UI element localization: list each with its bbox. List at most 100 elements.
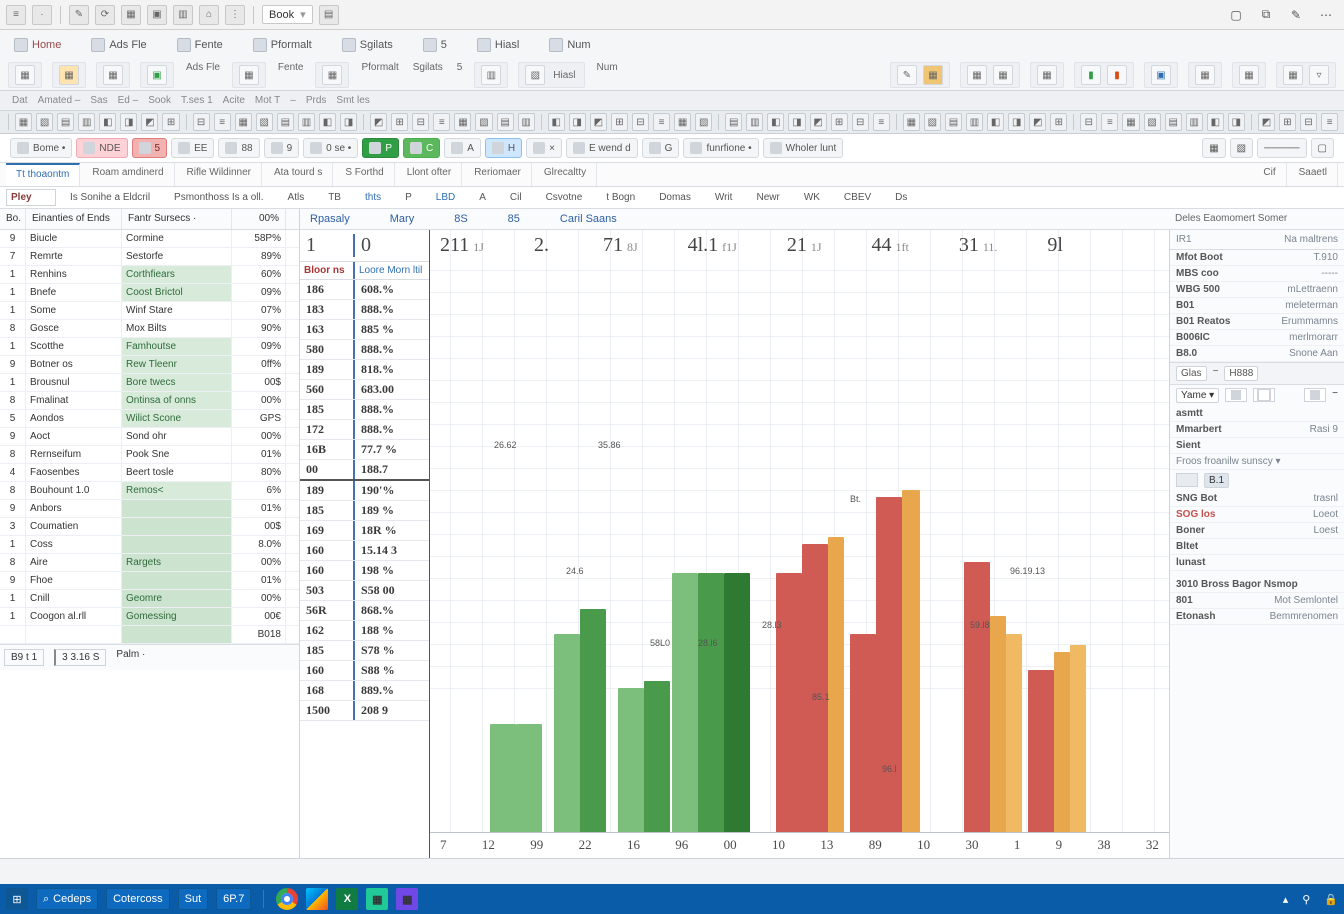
chart-bar[interactable] <box>490 724 516 832</box>
accent-chip[interactable]: 9 <box>264 138 300 158</box>
ribbon-icon[interactable]: ▥ <box>481 65 501 85</box>
accent-chip[interactable]: EE <box>171 138 214 158</box>
cell[interactable]: Coost Brictol <box>122 284 232 301</box>
table-row[interactable]: 8RernseifumPook Sne01% <box>0 446 299 464</box>
rp-minus-icon[interactable]: − <box>1332 388 1338 403</box>
cell[interactable]: Ontinsa of onns <box>122 392 232 409</box>
table-row[interactable]: 9BiucleCormine58P% <box>0 230 299 248</box>
cell[interactable]: Biucle <box>26 230 122 247</box>
cell[interactable]: 09% <box>232 284 286 301</box>
cell[interactable]: Botner os <box>26 356 122 373</box>
chart-bar[interactable] <box>802 544 828 832</box>
tool-icon[interactable]: ▧ <box>475 113 492 131</box>
chart-bar[interactable] <box>1006 634 1022 832</box>
cell[interactable]: GPS <box>232 410 286 427</box>
ribbon-icon[interactable]: ▦ <box>1239 65 1259 85</box>
formula-segment[interactable]: Is Sonihe a Eldcril <box>64 190 156 205</box>
cell[interactable]: Sestorfe <box>122 248 232 265</box>
cell[interactable]: Scotthe <box>26 338 122 355</box>
tool-icon[interactable]: ▤ <box>57 113 74 131</box>
num-row[interactable]: 185888.% <box>300 400 429 420</box>
chart-bar[interactable] <box>850 634 876 832</box>
accent-chip[interactable]: A <box>444 138 481 158</box>
ribbon-icon[interactable]: ▦ <box>322 65 342 85</box>
rp-chip[interactable]: B.1 <box>1204 473 1229 488</box>
formula-segment[interactable]: A <box>473 190 492 205</box>
cell[interactable]: Aire <box>26 554 122 571</box>
table-row[interactable]: 9Botner osRew Tleenr0ff% <box>0 356 299 374</box>
window-min-icon[interactable]: ▢ <box>1224 5 1248 25</box>
chart-bar[interactable] <box>698 573 724 832</box>
rp-row[interactable]: MBS coo----- <box>1170 266 1344 282</box>
tool-icon[interactable]: ≡ <box>1101 113 1118 131</box>
context-tab[interactable]: Roam amdinerd <box>82 163 174 186</box>
table-row[interactable]: 7RemrteSestorfe89% <box>0 248 299 266</box>
cell[interactable]: 07% <box>232 302 286 319</box>
cell[interactable] <box>122 500 232 517</box>
cell[interactable]: Fmalinat <box>26 392 122 409</box>
tool-icon[interactable]: ⊞ <box>391 113 408 131</box>
cell[interactable]: Wilict Scone <box>122 410 232 427</box>
cell[interactable]: 01% <box>232 446 286 463</box>
chart-bar[interactable] <box>1070 645 1086 832</box>
cell[interactable]: Cnill <box>26 590 122 607</box>
cell[interactable]: Rew Tleenr <box>122 356 232 373</box>
cell[interactable]: Pook Sne <box>122 446 232 463</box>
cell[interactable]: Fhoe <box>26 572 122 589</box>
rp-dropdown[interactable]: Yame ▾ <box>1176 388 1219 403</box>
ribbon-icon[interactable]: ▿ <box>1309 65 1329 85</box>
context-tab[interactable]: Reriomaer <box>464 163 532 186</box>
formula-segment[interactable]: LBD <box>430 190 461 205</box>
ribbon-tab[interactable]: Num <box>543 34 596 56</box>
accent-chip[interactable]: 88 <box>218 138 259 158</box>
cell[interactable]: Beert tosle <box>122 464 232 481</box>
num-row[interactable]: 503S58 00 <box>300 581 429 601</box>
ribbon-tab[interactable]: Ads Fle <box>85 34 152 56</box>
tool-icon[interactable]: ▦ <box>15 113 32 131</box>
num-row[interactable]: 185S78 % <box>300 641 429 661</box>
accent-chip[interactable]: G <box>642 138 680 158</box>
table-row[interactable]: 1BnefeCoost Brictol09% <box>0 284 299 302</box>
formula-segment[interactable]: Cil <box>504 190 528 205</box>
tool-icon[interactable]: ◨ <box>120 113 137 131</box>
context-tab[interactable]: S Forthd <box>335 163 394 186</box>
cell[interactable] <box>122 536 232 553</box>
chart-bar[interactable] <box>618 688 644 832</box>
cell[interactable]: Rargets <box>122 554 232 571</box>
tool-icon[interactable]: ◨ <box>569 113 586 131</box>
qat-btn[interactable]: ⋮ <box>225 5 245 25</box>
context-tab[interactable]: Llont ofter <box>397 163 462 186</box>
cell[interactable]: Gomessing <box>122 608 232 625</box>
col-header[interactable]: Bo. <box>0 209 26 229</box>
ribbon-tab[interactable]: Pformalt <box>247 34 318 56</box>
cell[interactable] <box>26 626 122 643</box>
chart-bar[interactable] <box>828 537 844 832</box>
cell[interactable]: Some <box>26 302 122 319</box>
ribbon-icon[interactable]: ▦ <box>1283 65 1303 85</box>
cell[interactable]: Coogon al.rll <box>26 608 122 625</box>
table-row[interactable]: 8GosceMox Bilts90% <box>0 320 299 338</box>
rp-row[interactable]: BonerLoest <box>1170 523 1344 539</box>
context-tab[interactable]: Saaetl <box>1289 163 1338 186</box>
tool-icon[interactable]: ▤ <box>497 113 514 131</box>
tool-icon[interactable]: ▥ <box>966 113 983 131</box>
style-swatch[interactable] <box>1304 388 1326 402</box>
tool-icon[interactable]: ◧ <box>767 113 784 131</box>
ribbon-icon[interactable]: ✎ <box>897 65 917 85</box>
num-row[interactable]: 56R868.% <box>300 601 429 621</box>
accent-chip[interactable]: H <box>485 138 522 158</box>
cell[interactable]: Aondos <box>26 410 122 427</box>
tool-icon[interactable]: ▧ <box>1144 113 1161 131</box>
rp-row[interactable]: 3010 Bross Bagor Nsmop <box>1170 577 1344 593</box>
rp-row[interactable]: EtonashBemmrenomen <box>1170 609 1344 625</box>
rp-chip[interactable]: H888 <box>1224 366 1258 381</box>
cell[interactable]: 01% <box>232 572 286 589</box>
rp-row[interactable]: Mfot BootT.910 <box>1170 250 1344 266</box>
col-header[interactable]: Fantr Sursecs · <box>122 209 232 229</box>
col-header[interactable]: 00% <box>232 209 286 229</box>
cell[interactable]: Gosce <box>26 320 122 337</box>
chart-bar[interactable] <box>990 616 1006 832</box>
cell[interactable]: Brousnul <box>26 374 122 391</box>
accent-chip[interactable]: C <box>403 138 440 158</box>
table-row[interactable]: B018 <box>0 626 299 644</box>
